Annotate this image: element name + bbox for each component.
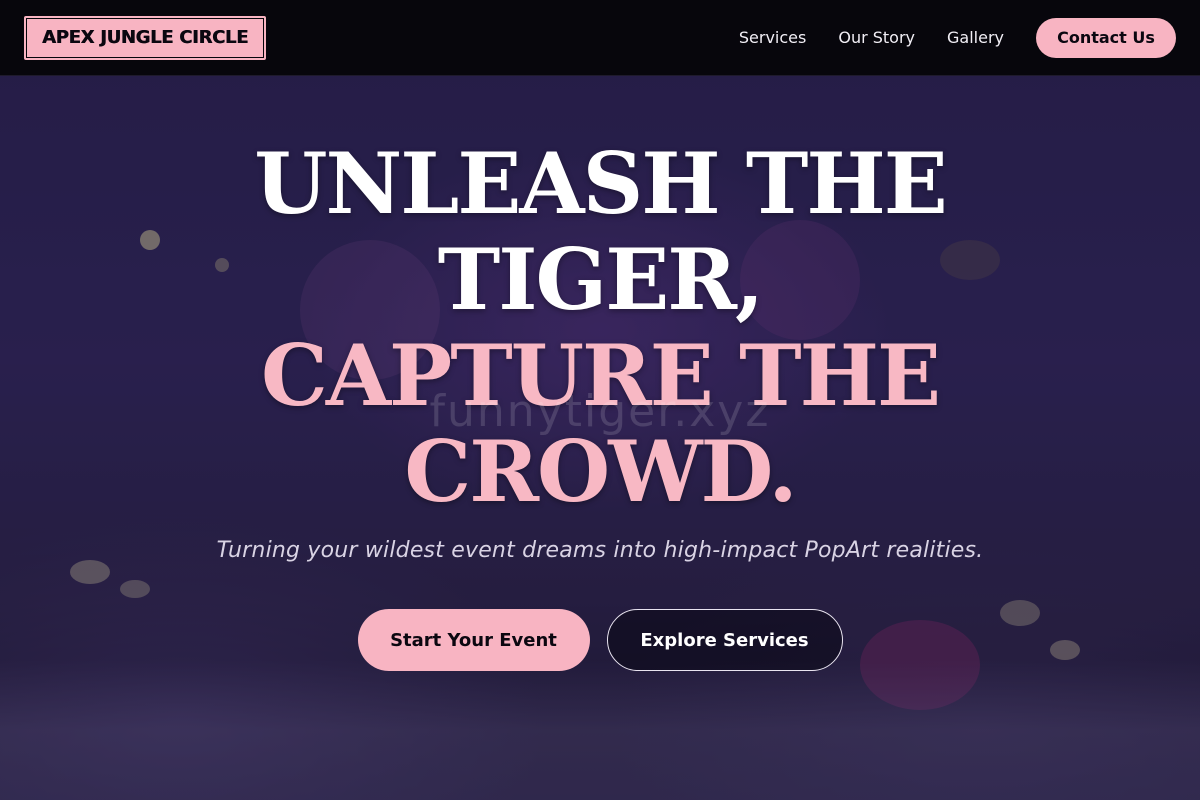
headline-line-1: UNLEASH THE [254,134,947,233]
contact-us-button[interactable]: Contact Us [1036,17,1176,58]
nav-link-services[interactable]: Services [739,28,806,47]
hero-section: UNLEASH THE TIGER, CAPTURE THE CROWD. fu… [0,76,1200,800]
start-your-event-button[interactable]: Start Your Event [357,609,590,671]
nav-link-gallery[interactable]: Gallery [947,28,1004,47]
brand-logo[interactable]: APEX JUNGLE CIRCLE [24,15,267,60]
headline-line-2: TIGER, [437,230,765,329]
hero-tagline: Turning your wildest event dreams into h… [216,538,984,563]
headline-line-4: CROWD. [404,422,797,521]
nav-links: Services Our Story Gallery Contact Us [739,17,1176,58]
hero-headline: UNLEASH THE TIGER, CAPTURE THE CROWD. [0,136,1200,520]
nav-link-our-story[interactable]: Our Story [838,28,915,47]
watermark-text: funnytiger.xyz [429,386,771,437]
hero-cta-row: Start Your Event Explore Services [0,609,1200,671]
top-navbar: APEX JUNGLE CIRCLE Services Our Story Ga… [0,0,1200,76]
explore-services-button[interactable]: Explore Services [606,609,843,671]
